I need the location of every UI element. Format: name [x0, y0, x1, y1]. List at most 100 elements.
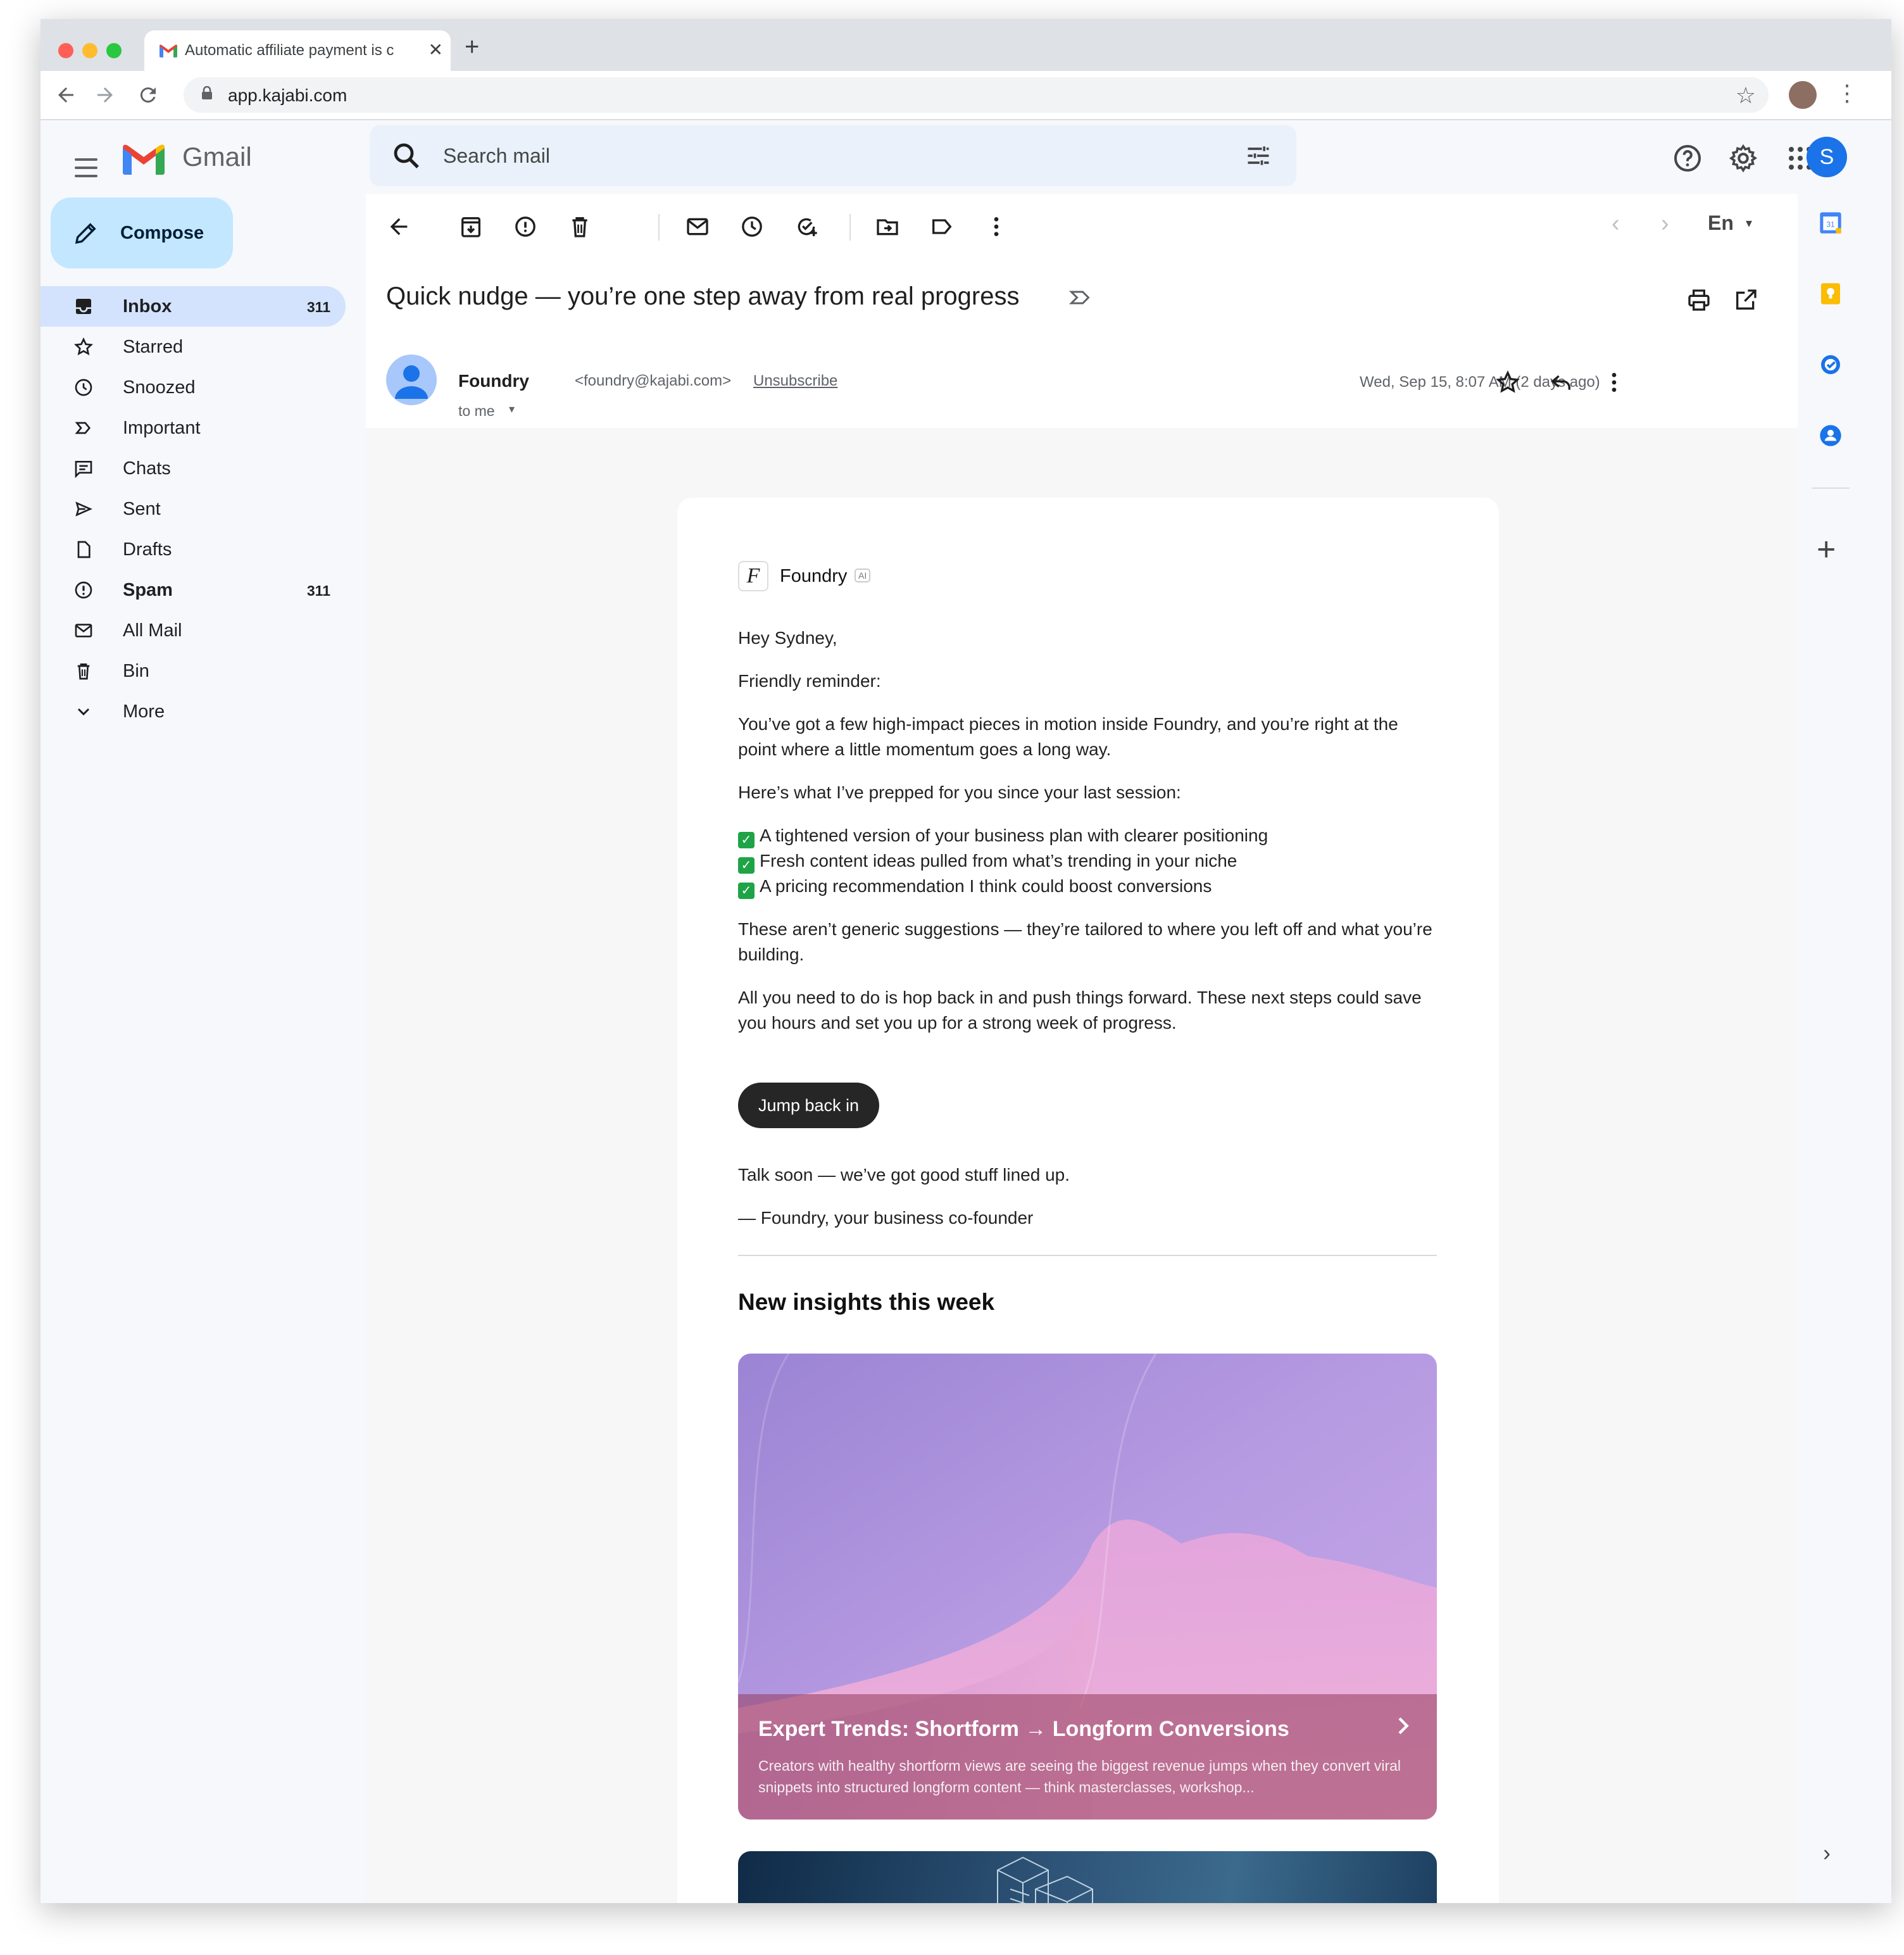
search-options-icon[interactable]: [1244, 142, 1272, 170]
greeting: Hey Sydney,: [738, 628, 837, 648]
sidebar-item-label: All Mail: [123, 620, 182, 641]
new-tab-icon[interactable]: +: [465, 33, 479, 61]
close-window-dot[interactable]: [58, 43, 73, 58]
sidebar-item-label: Important: [123, 418, 201, 438]
checklist-text: A pricing recommendation I think could b…: [760, 876, 1212, 896]
calendar-icon[interactable]: 31: [1818, 210, 1843, 236]
chevron-right-icon[interactable]: ›: [1823, 1840, 1831, 1866]
label-icon[interactable]: [929, 214, 955, 239]
report-spam-icon[interactable]: [513, 214, 538, 239]
recipient-dropdown-icon[interactable]: ▾: [509, 403, 515, 416]
settings-gear-icon[interactable]: [1728, 143, 1758, 173]
chevron-right-icon: [1398, 1717, 1409, 1735]
inbox-icon: [76, 299, 91, 314]
tasks-icon[interactable]: [1818, 352, 1843, 377]
sidebar-item-label: Snoozed: [123, 377, 196, 398]
browser-profile-avatar[interactable]: [1789, 81, 1817, 109]
star-message-icon[interactable]: [1495, 370, 1520, 395]
section-divider: [738, 1255, 1437, 1256]
insight-card[interactable]: Expert Trends: Shortform → Longform Conv…: [738, 1354, 1437, 1820]
older-chevron-icon[interactable]: ›: [1661, 210, 1669, 237]
sidebar-item-drafts[interactable]: Drafts: [41, 529, 346, 570]
search-bar[interactable]: Search mail: [370, 125, 1296, 186]
delete-icon[interactable]: [567, 214, 592, 239]
search-icon[interactable]: [391, 141, 422, 171]
move-to-icon[interactable]: [875, 214, 900, 239]
maximize-window-dot[interactable]: [106, 43, 122, 58]
isometric-illustration-icon: [997, 1856, 1093, 1903]
message-header: ‹ › En ▾ Quick nudge — you’re one step a…: [366, 194, 1798, 428]
reload-icon[interactable]: [137, 84, 160, 106]
unsubscribe-link[interactable]: Unsubscribe: [753, 372, 837, 390]
input-tools-language[interactable]: En: [1708, 211, 1734, 235]
compose-button[interactable]: Compose: [51, 198, 233, 268]
sidebar-item-inbox[interactable]: Inbox 311: [41, 286, 346, 327]
snooze-icon[interactable]: [739, 214, 765, 239]
toolbar-divider: [849, 214, 851, 241]
omnibox[interactable]: app.kajabi.com ☆: [184, 77, 1769, 113]
sender-name: Foundry: [458, 371, 529, 391]
body-paragraph: All you need to do is hop back in and pu…: [738, 988, 1422, 1033]
open-in-new-window-icon[interactable]: [1733, 287, 1758, 313]
browser-menu-icon[interactable]: ⋮: [1836, 80, 1858, 106]
sidebar-item-bin[interactable]: Bin: [41, 651, 346, 691]
print-icon[interactable]: [1686, 287, 1712, 313]
back-arrow-icon[interactable]: [54, 84, 77, 106]
gmail-wordmark: Gmail: [182, 142, 252, 172]
unread-count: 311: [306, 299, 330, 315]
newer-chevron-icon[interactable]: ‹: [1612, 210, 1620, 237]
star-icon: [73, 337, 94, 356]
sender-avatar[interactable]: [386, 355, 437, 405]
bookmark-star-icon[interactable]: ☆: [1736, 82, 1756, 109]
checklist-text: A tightened version of your business pla…: [760, 826, 1268, 845]
checklist-item: ✓ A tightened version of your business pl…: [738, 823, 1437, 848]
add-to-tasks-icon[interactable]: [794, 214, 819, 239]
keep-notes-icon[interactable]: [1818, 281, 1843, 306]
draft-icon: [77, 541, 91, 558]
sidebar-nav: Inbox 311 Starred Snoozed Important Chat…: [41, 286, 351, 732]
important-marker-icon[interactable]: [1067, 286, 1093, 309]
more-vert-icon[interactable]: [984, 214, 1009, 239]
tab-bar: Automatic affiliate payment is c ✕ +: [41, 19, 1891, 71]
body-paragraph: Here’s what I’ve prepped for you since y…: [738, 783, 1181, 802]
account-avatar[interactable]: S: [1807, 137, 1847, 177]
search-input[interactable]: Search mail: [443, 144, 550, 168]
second-insight-card[interactable]: [738, 1851, 1437, 1903]
minimize-window-dot[interactable]: [82, 43, 97, 58]
insight-caption: Expert Trends: Shortform → Longform Conv…: [738, 1694, 1437, 1820]
main-menu-icon[interactable]: [75, 158, 97, 183]
gmail-favicon-icon: [160, 44, 177, 58]
mark-unread-icon[interactable]: [685, 214, 710, 239]
jump-back-in-button[interactable]: Jump back in: [738, 1083, 880, 1128]
browser-window: Automatic affiliate payment is c ✕ + app…: [41, 19, 1891, 1903]
signoff: Talk soon — we’ve got good stuff lined u…: [738, 1165, 1070, 1185]
language-dropdown-icon[interactable]: ▾: [1746, 215, 1752, 231]
sidebar-item-starred[interactable]: Starred: [41, 327, 346, 367]
sidebar-item-important[interactable]: Important: [41, 408, 346, 448]
get-addons-icon[interactable]: +: [1817, 531, 1836, 569]
checklist-item: ✓ A pricing recommendation I think could …: [738, 874, 1437, 899]
close-tab-icon[interactable]: ✕: [429, 39, 443, 60]
check-mark-icon: ✓: [738, 857, 755, 874]
insight-title: Expert Trends: Shortform → Longform Conv…: [758, 1717, 1289, 1741]
sidebar-item-snoozed[interactable]: Snoozed: [41, 367, 346, 408]
recipient-details[interactable]: to me: [458, 403, 495, 420]
sidebar-item-chats[interactable]: Chats: [41, 448, 346, 489]
sidebar-item-spam[interactable]: Spam 311: [41, 570, 346, 610]
sidebar-item-more[interactable]: More: [41, 691, 346, 732]
browser-tab[interactable]: Automatic affiliate payment is c ✕: [144, 30, 451, 71]
sidebar-item-sent[interactable]: Sent: [41, 489, 346, 529]
ai-badge: AI: [855, 569, 871, 582]
reply-icon[interactable]: [1548, 370, 1574, 395]
person-icon: [395, 365, 428, 399]
message-more-icon[interactable]: [1601, 370, 1627, 395]
back-to-inbox-icon[interactable]: [386, 214, 411, 239]
contacts-icon[interactable]: [1818, 423, 1843, 448]
archive-icon[interactable]: [458, 214, 484, 239]
insight-description: Creators with healthy shortform views ar…: [758, 1757, 1401, 1795]
sidebar-item-all-mail[interactable]: All Mail: [41, 610, 346, 651]
gmail-logo-icon[interactable]: [123, 143, 165, 175]
help-icon[interactable]: [1672, 143, 1703, 173]
body-paragraph: These aren’t generic suggestions — they’…: [738, 919, 1432, 964]
forward-arrow-icon[interactable]: [94, 84, 116, 106]
